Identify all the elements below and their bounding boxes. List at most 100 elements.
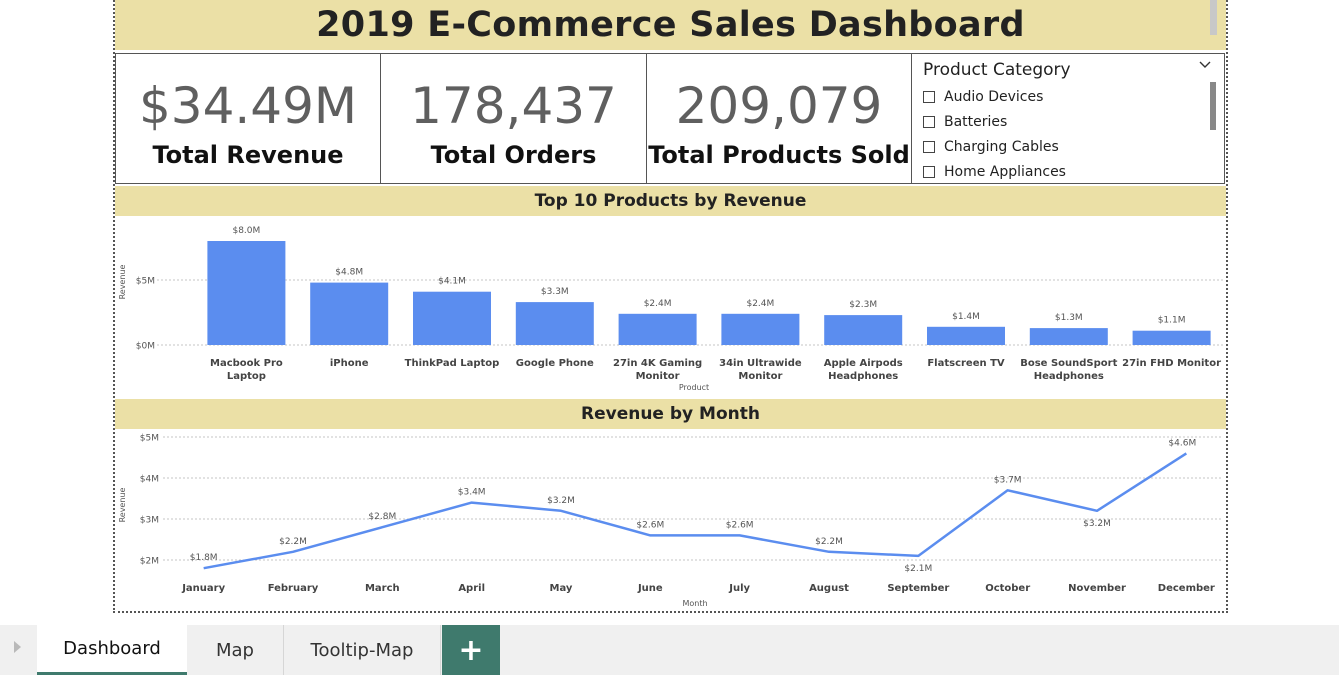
- x-tick-label: March: [365, 583, 400, 594]
- x-tick-label: ThinkPad Laptop: [405, 358, 500, 369]
- page-title: 2019 E-Commerce Sales Dashboard: [316, 4, 1025, 45]
- x-axis-label: Product: [679, 383, 709, 392]
- data-label: $2.2M: [815, 537, 843, 547]
- bar: [207, 241, 286, 345]
- slicer-option-home-appliances[interactable]: Home Appliances: [923, 159, 1066, 184]
- slicer-option-audio-devices[interactable]: Audio Devices: [923, 84, 1066, 109]
- plus-icon: +: [458, 632, 484, 668]
- data-label: $2.4M: [644, 299, 672, 309]
- y-axis-label: Revenue: [118, 488, 127, 523]
- data-label: $2.4M: [746, 299, 774, 309]
- product-category-slicer[interactable]: Product Category Audio Devices Batteries…: [911, 53, 1225, 184]
- line-chart-header: Revenue by Month: [115, 399, 1226, 429]
- top-products-bar-chart: $0M $5M Revenue $8.0M Macbook Pro Laptop $4.8M…: [118, 226, 1223, 392]
- x-tick-label: October: [985, 583, 1030, 594]
- bar: [413, 291, 491, 345]
- data-label: $1.8M: [190, 553, 218, 563]
- tab-map[interactable]: Map: [187, 625, 284, 675]
- bar: [1029, 328, 1108, 345]
- y-axis-label: Revenue: [118, 265, 127, 300]
- data-label: $2.2M: [279, 537, 307, 547]
- x-tick-label: Bose SoundSport Headphones: [1020, 358, 1117, 382]
- data-label: $4.8M: [335, 268, 363, 278]
- x-axis-label: Month: [682, 599, 707, 608]
- y-tick-label: $2M: [140, 557, 159, 567]
- add-page-button[interactable]: +: [442, 625, 500, 675]
- data-label: $3.7M: [994, 475, 1022, 485]
- slicer-option-batteries[interactable]: Batteries: [923, 109, 1066, 134]
- data-label: $3.2M: [547, 496, 575, 506]
- bar-chart-header: Top 10 Products by Revenue: [115, 186, 1226, 216]
- slicer-option-label: Charging Cables: [944, 138, 1059, 155]
- y-tick-label: $5M: [136, 277, 155, 287]
- bar: [824, 315, 903, 345]
- data-label: $2.6M: [726, 520, 754, 530]
- data-label: $3.2M: [1083, 519, 1111, 529]
- slicer-option-label: Audio Devices: [944, 88, 1044, 105]
- page-tab-bar: Dashboard Map Tooltip-Map +: [0, 625, 1339, 675]
- data-label: $2.3M: [849, 300, 877, 310]
- bar: [515, 302, 594, 345]
- y-tick-label: $4M: [140, 475, 159, 485]
- kpi-card-total-revenue[interactable]: $34.49M Total Revenue: [115, 53, 381, 184]
- revenue-by-month-line-chart: $2M $3M $4M $5M Revenue $1.8M January $2.2M Febr…: [118, 434, 1223, 608]
- x-tick-label: iPhone: [330, 358, 369, 369]
- x-tick-label: 34in Ultrawide Monitor: [719, 358, 802, 382]
- chevron-down-icon[interactable]: [1198, 58, 1212, 72]
- data-label: $2.1M: [904, 564, 932, 574]
- series-line: [203, 452, 1188, 570]
- checkbox[interactable]: [923, 90, 935, 103]
- y-tick-label: $0M: [136, 342, 155, 352]
- x-tick-label: November: [1068, 583, 1126, 594]
- data-label: $3.3M: [541, 287, 569, 297]
- tab-dashboard[interactable]: Dashboard: [37, 625, 187, 675]
- data-label: $1.3M: [1055, 313, 1083, 323]
- x-tick-label: Google Phone: [516, 358, 594, 369]
- kpi-label: Total Orders: [430, 141, 597, 169]
- checkbox[interactable]: [923, 115, 935, 128]
- x-tick-label: 27in 4K Gaming Monitor: [613, 358, 702, 382]
- data-label: $1.1M: [1158, 316, 1186, 326]
- bar: [310, 282, 389, 345]
- data-label: $8.0M: [232, 226, 260, 236]
- x-tick-label: Flatscreen TV: [927, 358, 1005, 369]
- x-tick-label: September: [887, 583, 949, 594]
- slicer-title: Product Category: [923, 60, 1071, 80]
- x-tick-label: May: [550, 583, 573, 594]
- kpi-label: Total Revenue: [152, 141, 344, 169]
- slicer-scrollbar[interactable]: [1210, 82, 1216, 130]
- kpi-card-total-orders[interactable]: 178,437 Total Orders: [380, 53, 647, 184]
- x-tick-label: 27in FHD Monitor: [1122, 358, 1221, 369]
- data-label: $1.4M: [952, 312, 980, 322]
- x-tick-label: April: [458, 583, 485, 594]
- bar: [618, 313, 697, 345]
- kpi-value: $34.49M: [138, 77, 358, 135]
- data-label: $3.4M: [458, 488, 486, 498]
- bar: [927, 326, 1005, 345]
- kpi-label: Total Products Sold: [648, 141, 910, 169]
- data-label: $4.1M: [438, 277, 466, 287]
- data-label: $2.8M: [368, 512, 396, 522]
- slicer-option-charging-cables[interactable]: Charging Cables: [923, 134, 1066, 159]
- canvas-scrollbar[interactable]: [1210, 0, 1217, 35]
- tab-tooltip-map[interactable]: Tooltip-Map: [284, 625, 441, 675]
- x-tick-label: August: [809, 583, 849, 594]
- data-label: $4.6M: [1168, 438, 1196, 448]
- kpi-card-total-products-sold[interactable]: 209,079 Total Products Sold: [646, 53, 912, 184]
- x-tick-label: July: [728, 583, 750, 594]
- x-tick-label: January: [181, 583, 225, 594]
- x-tick-label: Macbook Pro Laptop: [210, 358, 283, 382]
- kpi-value: 209,079: [675, 77, 883, 135]
- checkbox[interactable]: [923, 165, 935, 178]
- x-tick-label: Apple Airpods Headphones: [824, 358, 903, 382]
- slicer-option-label: Batteries: [944, 113, 1008, 130]
- checkbox[interactable]: [923, 140, 935, 153]
- chevron-right-icon[interactable]: [14, 641, 21, 653]
- y-tick-label: $5M: [140, 434, 159, 444]
- report-canvas: 2019 E-Commerce Sales Dashboard $34.49M …: [113, 0, 1228, 613]
- title-bar: 2019 E-Commerce Sales Dashboard: [115, 0, 1226, 50]
- y-tick-label: $3M: [140, 516, 159, 526]
- kpi-value: 178,437: [410, 77, 617, 135]
- x-tick-label: February: [268, 583, 319, 594]
- bar: [1132, 330, 1211, 345]
